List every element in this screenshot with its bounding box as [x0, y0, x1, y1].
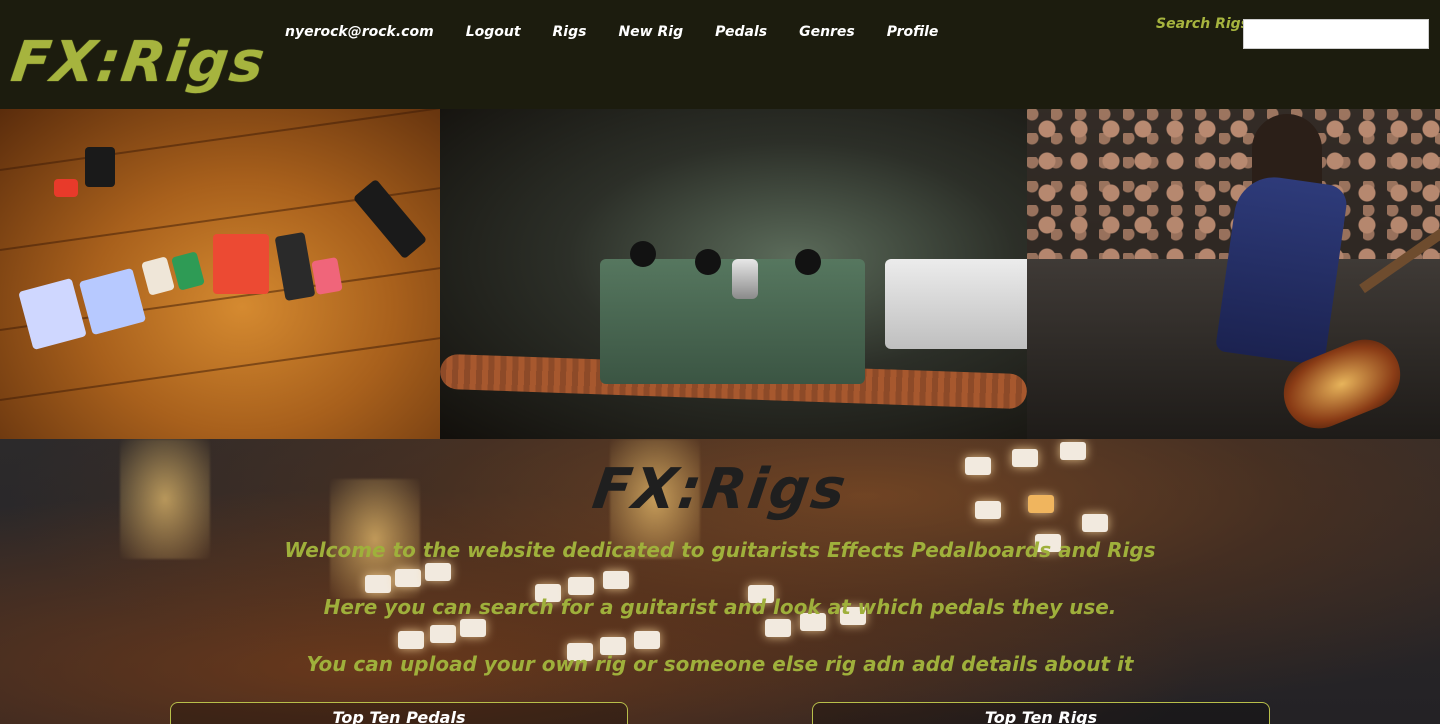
- top-ten-pedals-title: Top Ten Pedals: [332, 708, 466, 724]
- nav-rigs[interactable]: Rigs: [553, 24, 587, 40]
- green-pedal-closeup-photo: [440, 109, 1027, 439]
- nav-genres[interactable]: Genres: [799, 24, 855, 40]
- pedal-footswitch: [732, 259, 758, 299]
- pedal-knob: [630, 241, 656, 267]
- pedal-knob: [695, 249, 721, 275]
- stage-light: [634, 631, 660, 649]
- nav-user-email[interactable]: nyerock@rock.com: [285, 24, 434, 40]
- tagline-upload: You can upload your own rig or someone e…: [306, 652, 1134, 676]
- stage-light: [398, 631, 424, 649]
- nav-logout[interactable]: Logout: [466, 24, 521, 40]
- guitarist-on-stage-photo: [1027, 109, 1440, 439]
- pedal-shape: [18, 277, 87, 351]
- stage-light: [460, 619, 486, 637]
- stage-light: [568, 577, 594, 595]
- white-pedal-shape: [885, 259, 1027, 349]
- site-header: FX:Rigs nyerock@rock.com Logout Rigs New…: [0, 0, 1440, 109]
- stage-light: [430, 625, 456, 643]
- main-content: FX:Rigs Welcome to the website dedicated…: [0, 439, 1440, 724]
- stage-light: [603, 571, 629, 589]
- main-nav: nyerock@rock.com Logout Rigs New Rig Ped…: [285, 24, 970, 40]
- tagline-search: Here you can search for a guitarist and …: [323, 595, 1117, 619]
- pedal-shape: [78, 267, 147, 336]
- tagline-welcome: Welcome to the website dedicated to guit…: [284, 538, 1156, 562]
- stage-light: [365, 575, 391, 593]
- search-label: Search Rigs:: [1156, 16, 1255, 32]
- nav-profile[interactable]: Profile: [887, 24, 939, 40]
- nav-pedals[interactable]: Pedals: [715, 24, 767, 40]
- pedal-shape: [54, 179, 78, 197]
- top-ten-rigs-panel: Top Ten Rigs: [812, 702, 1270, 724]
- pedal-shape: [171, 251, 205, 291]
- search-input[interactable]: [1243, 19, 1429, 49]
- hero-title: FX:Rigs: [588, 457, 852, 522]
- nav-new-rig[interactable]: New Rig: [618, 24, 683, 40]
- top-ten-rigs-title: Top Ten Rigs: [984, 708, 1098, 724]
- pedalboard-floor-photo: [0, 109, 440, 439]
- hero-photo-strip: [0, 109, 1440, 439]
- pedal-shape: [141, 256, 175, 296]
- floor-plank: [0, 109, 440, 171]
- site-logo[interactable]: FX:Rigs: [7, 30, 270, 95]
- pedal-shape: [213, 234, 269, 294]
- stage-light: [765, 619, 791, 637]
- pedal-shape: [311, 257, 343, 295]
- top-ten-pedals-panel: Top Ten Pedals: [170, 702, 628, 724]
- pedal-shape: [85, 147, 115, 187]
- stage-light: [425, 563, 451, 581]
- pedal-knob: [795, 249, 821, 275]
- stage-light: [395, 569, 421, 587]
- floor-plank: [0, 334, 440, 401]
